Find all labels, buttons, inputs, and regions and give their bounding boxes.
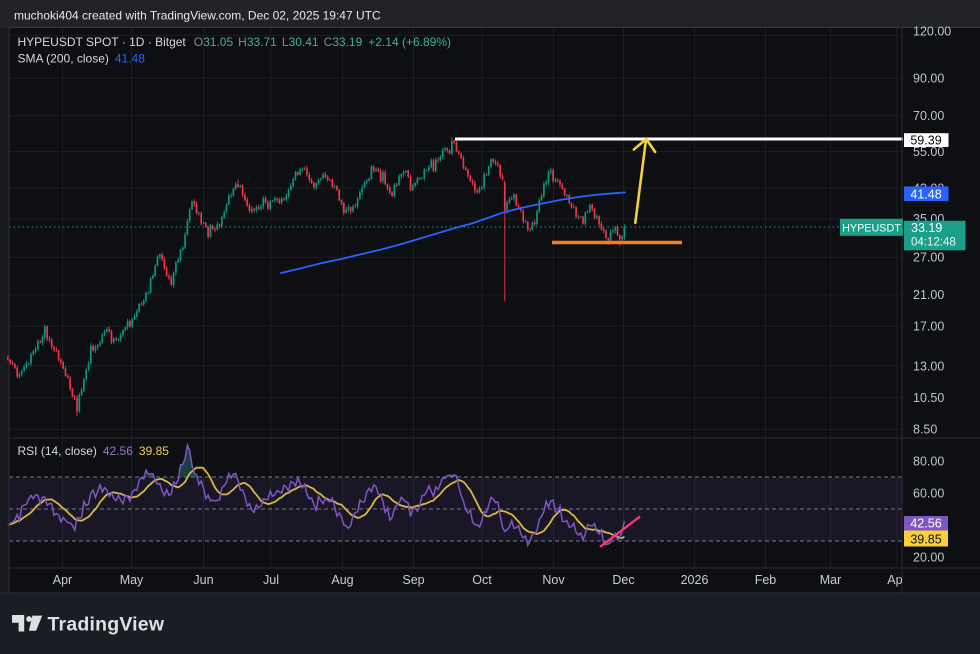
svg-text:HYPEUSDT: HYPEUSDT <box>842 222 901 234</box>
svg-text:May: May <box>120 573 144 587</box>
svg-text:Nov: Nov <box>542 573 565 587</box>
svg-text:13.00: 13.00 <box>913 359 944 373</box>
svg-text:Dec: Dec <box>612 573 634 587</box>
svg-text:SMA (200, close)41.48: SMA (200, close)41.48 <box>18 52 146 66</box>
svg-text:Feb: Feb <box>755 573 777 587</box>
svg-text:2026: 2026 <box>681 573 709 587</box>
svg-text:10.50: 10.50 <box>913 391 944 405</box>
svg-text:41.48: 41.48 <box>910 187 941 201</box>
svg-text:Apr: Apr <box>53 573 72 587</box>
svg-text:Sep: Sep <box>402 573 424 587</box>
svg-text:33.19: 33.19 <box>911 221 942 235</box>
svg-text:Jun: Jun <box>193 573 213 587</box>
svg-text:muchoki404 created with Tradin: muchoki404 created with TradingView.com,… <box>14 9 381 23</box>
svg-text:Aug: Aug <box>331 573 353 587</box>
svg-text:8.50: 8.50 <box>913 423 937 437</box>
svg-text:TradingView: TradingView <box>48 614 165 636</box>
svg-text:90.00: 90.00 <box>913 72 944 86</box>
svg-text:Mar: Mar <box>820 573 842 587</box>
svg-text:21.00: 21.00 <box>913 288 944 302</box>
svg-text:27.00: 27.00 <box>913 251 944 265</box>
svg-text:80.00: 80.00 <box>913 454 944 468</box>
svg-text:Jul: Jul <box>263 573 279 587</box>
svg-text:120.00: 120.00 <box>913 25 951 39</box>
svg-text:20.00: 20.00 <box>913 550 944 564</box>
svg-text:Oct: Oct <box>472 573 492 587</box>
svg-text:39.85: 39.85 <box>910 532 941 546</box>
svg-text:70.00: 70.00 <box>913 109 944 123</box>
svg-text:60.00: 60.00 <box>913 486 944 500</box>
svg-text:RSI (14, close)42.5639.85: RSI (14, close)42.5639.85 <box>18 444 170 458</box>
svg-text:42.56: 42.56 <box>910 517 941 531</box>
svg-text:17.00: 17.00 <box>913 320 944 334</box>
svg-text:59.39: 59.39 <box>910 133 941 147</box>
svg-text:04:12:48: 04:12:48 <box>911 236 956 248</box>
